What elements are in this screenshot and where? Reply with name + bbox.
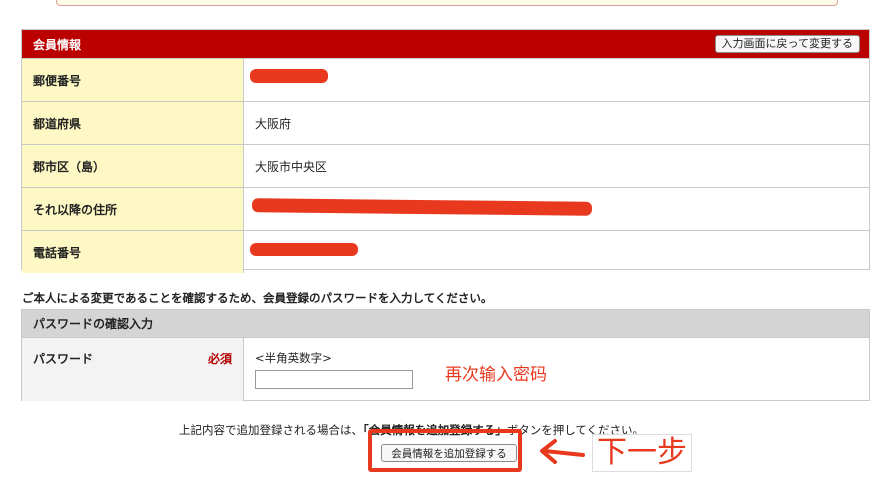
member-info-table: 会員情報 入力画面に戻って変更する 郵便番号 都道府県 大阪府 郡市区（島） 大…: [21, 29, 870, 273]
password-confirm-header: パスワードの確認入力: [22, 310, 869, 338]
postal-label: 郵便番号: [22, 59, 244, 101]
redaction-mark: [250, 243, 358, 256]
password-confirm-instruction: ご本人による変更であることを確認するため、会員登録のパスワードを入力してください…: [22, 291, 493, 305]
member-info-header: 会員情報 入力画面に戻って変更する: [22, 30, 869, 58]
password-hint: <半角英数字>: [255, 351, 332, 365]
redaction-mark: [251, 198, 593, 216]
postal-value: [244, 59, 869, 101]
phone-value: [244, 231, 869, 273]
table-row-phone: 電話番号: [22, 230, 869, 273]
back-to-edit-button[interactable]: 入力画面に戻って変更する: [714, 35, 860, 53]
password-input[interactable]: [255, 370, 413, 389]
member-info-title: 会員情報: [33, 37, 82, 52]
redaction-mark: [250, 69, 328, 83]
password-label: パスワード: [33, 352, 94, 366]
city-value: 大阪市中央区: [255, 159, 328, 174]
table-row-prefecture: 都道府県 大阪府: [22, 101, 869, 144]
table-row-address: それ以降の住所: [22, 187, 869, 230]
table-row-city: 郡市区（島） 大阪市中央区: [22, 144, 869, 187]
password-confirm-table: パスワードの確認入力 パスワード 必須 <半角英数字> 再次输入密码: [21, 309, 870, 401]
password-value-cell: <半角英数字> 再次输入密码: [244, 338, 869, 401]
annotation-next-step: 下一步: [592, 434, 692, 472]
top-notice-strip: [56, 0, 838, 6]
prefecture-value: 大阪府: [255, 116, 292, 131]
phone-label: 電話番号: [22, 231, 244, 273]
prefecture-label: 都道府県: [22, 102, 244, 144]
password-row: パスワード 必須 <半角英数字> 再次输入密码: [22, 338, 869, 401]
add-member-info-button[interactable]: 会員情報を追加登録する: [381, 444, 517, 462]
address-label: それ以降の住所: [22, 188, 244, 230]
address-value: [244, 188, 869, 230]
required-badge: 必須: [207, 352, 232, 366]
city-label: 郡市区（島）: [22, 145, 244, 187]
password-label-cell: パスワード 必須: [22, 338, 244, 401]
table-row-postal: 郵便番号: [22, 58, 869, 101]
annotation-arrow-icon: [540, 439, 585, 464]
annotation-reenter-password: 再次输入密码: [445, 365, 547, 385]
